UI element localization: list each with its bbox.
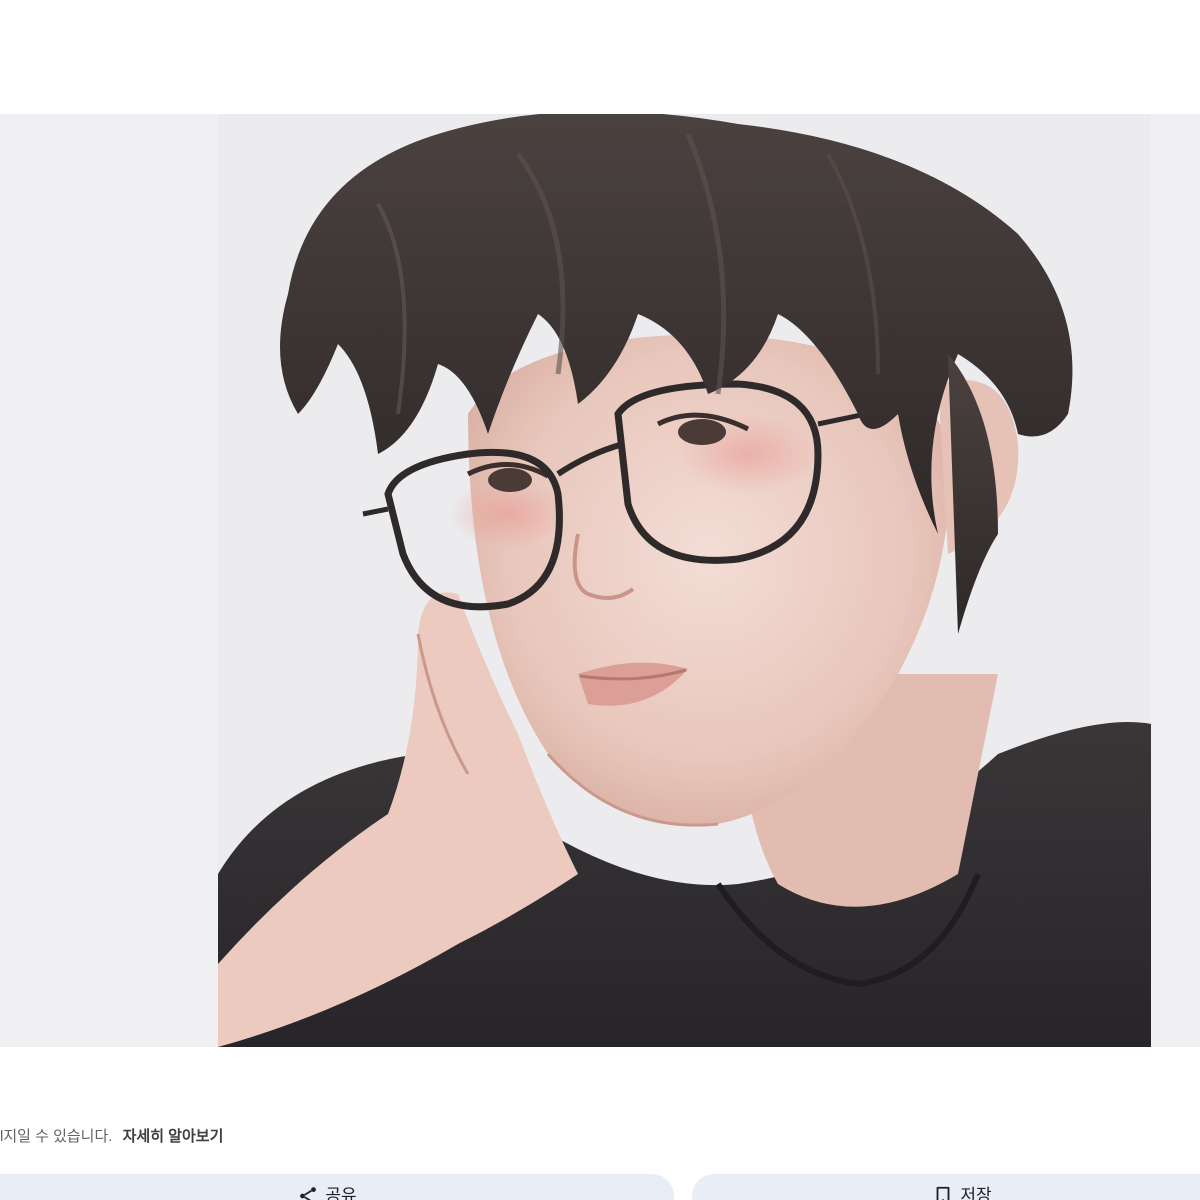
save-button[interactable]: 저장 (692, 1174, 1200, 1200)
save-button-label: 저장 (960, 1186, 992, 1200)
share-button-label: 공유 (325, 1186, 357, 1200)
portrait-image[interactable] (218, 114, 1151, 1047)
page: l지일 수 있습니다. 자세히 알아보기 공유 저장 (0, 0, 1200, 1200)
image-preview-panel (0, 114, 1200, 1047)
share-button[interactable]: 공유 (0, 1174, 674, 1200)
share-icon (300, 1187, 317, 1200)
ai-image-notice: l지일 수 있습니다. 자세히 알아보기 (0, 1126, 223, 1148)
notice-text: l지일 수 있습니다. (0, 1128, 113, 1145)
portrait-illustration (218, 114, 1151, 1047)
bookmark-icon (936, 1186, 950, 1200)
learn-more-link[interactable]: 자세히 알아보기 (123, 1128, 224, 1145)
